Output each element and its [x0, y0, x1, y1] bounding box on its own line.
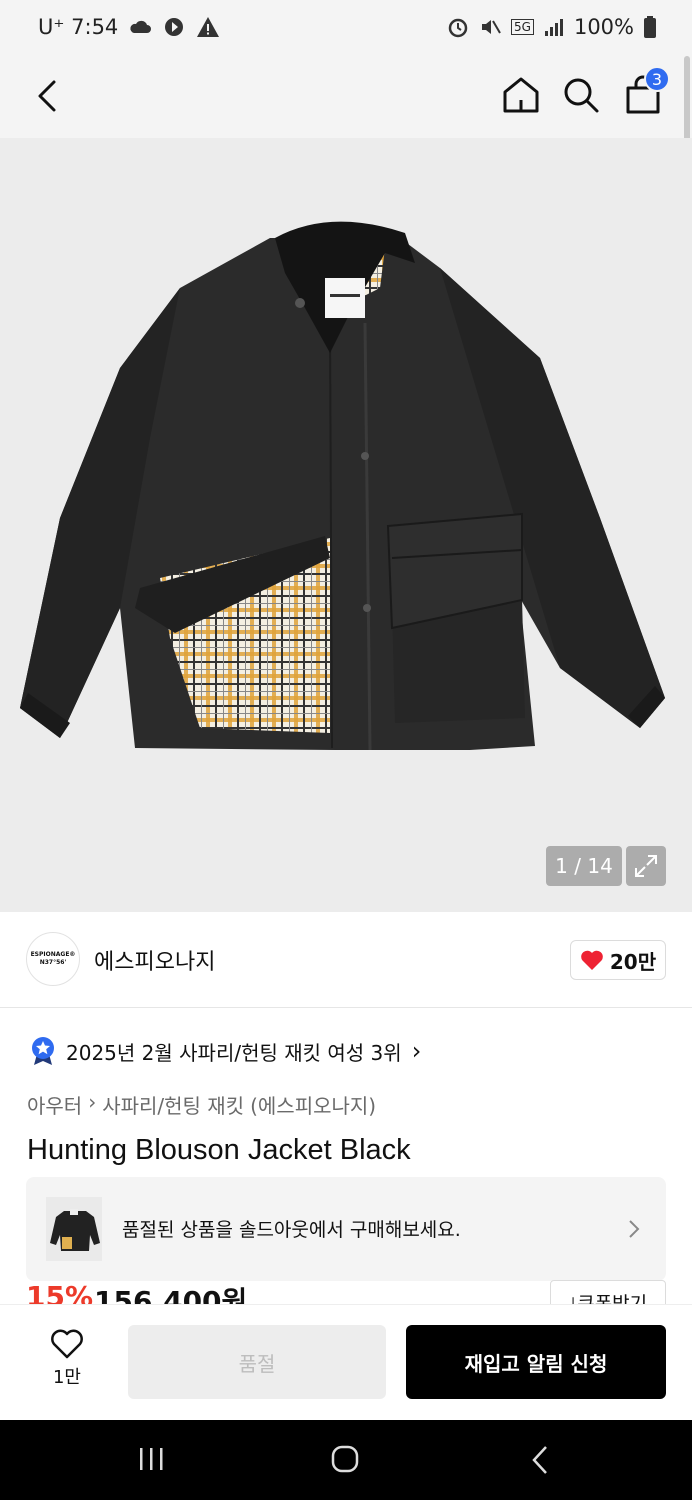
ranking-link[interactable]: 2025년 2월 사파리/헌팅 재킷 여성 3위 ›	[30, 1036, 421, 1066]
jacket-thumbnail-icon	[50, 1209, 100, 1251]
system-back-icon[interactable]	[528, 1444, 552, 1476]
product-title: Hunting Blouson Jacket Black	[27, 1134, 411, 1166]
alarm-icon	[448, 18, 468, 38]
breadcrumb-brand[interactable]: (에스피오나지)	[250, 1090, 376, 1119]
brand-like-button[interactable]: 20만	[570, 940, 666, 980]
brand-logo-line1: ESPIONAGE®	[30, 951, 76, 958]
product-image-gallery[interactable]: 1 / 14	[0, 138, 692, 912]
status-left: U⁺ 7:54	[38, 15, 220, 39]
warning-icon	[197, 17, 220, 37]
system-navigation-bar	[0, 1420, 692, 1500]
bottom-action-bar: 1만 품절 재입고 알림 신청	[0, 1304, 692, 1420]
discount-rate: 15%	[26, 1280, 94, 1304]
expand-icon	[635, 855, 657, 877]
brand-like-count: 20만	[609, 949, 657, 974]
back-arrow-icon[interactable]	[30, 74, 70, 118]
wishlist-count: 1만	[52, 1367, 81, 1388]
restock-alert-button[interactable]: 재입고 알림 신청	[406, 1325, 666, 1399]
ranking-text: 2025년 2월 사파리/헌팅 재킷 여성 3위	[66, 1040, 402, 1065]
cart-count-badge: 3	[644, 66, 670, 92]
carrier-time: U⁺ 7:54	[38, 15, 119, 39]
coupon-download-button[interactable]: ⤓쿠폰받기	[550, 1280, 666, 1304]
soldout-button: 품절	[128, 1325, 386, 1399]
soldout-banner[interactable]: 품절된 상품을 솔드아웃에서 구매해보세요.	[26, 1177, 666, 1281]
brand-logo-line2: N37°56'	[39, 959, 67, 966]
ranking-medal-icon	[32, 1037, 54, 1065]
top-navigation: 3	[0, 54, 692, 138]
breadcrumb-outer[interactable]: 아우터	[27, 1090, 82, 1119]
wishlist-button[interactable]: 1만	[36, 1329, 98, 1389]
status-bar: U⁺ 7:54 5G 100%	[0, 0, 692, 54]
network-badge: 5G	[511, 19, 534, 35]
expand-image-button[interactable]	[626, 846, 666, 886]
ranking-chevron-icon: ›	[411, 1037, 422, 1065]
mute-icon	[482, 20, 501, 34]
sale-price: 156,400원	[94, 1285, 248, 1304]
battery-icon	[644, 16, 656, 38]
jacket-product-image	[20, 221, 665, 751]
brand-row: ESPIONAGE® N37°56' 에스피오나지 20만	[0, 912, 692, 1008]
breadcrumb-separator: ›	[88, 1090, 97, 1114]
brand-name-link[interactable]: 에스피오나지	[94, 944, 215, 976]
chevron-right-icon	[629, 1220, 640, 1238]
soldout-banner-text: 품절된 상품을 솔드아웃에서 구매해보세요.	[122, 1219, 461, 1241]
signal-icon	[544, 19, 563, 36]
breadcrumb-category[interactable]: 사파리/헌팅 재킷	[102, 1090, 244, 1119]
home-icon[interactable]	[500, 74, 542, 116]
image-counter: 1 / 14	[546, 846, 622, 886]
banner-thumbnail	[46, 1197, 102, 1261]
breadcrumb: 아우터 › 사파리/헌팅 재킷 (에스피오나지)	[27, 1090, 376, 1119]
brand-logo[interactable]: ESPIONAGE® N37°56'	[26, 932, 80, 986]
recent-apps-icon[interactable]	[136, 1446, 166, 1472]
search-icon[interactable]	[560, 74, 602, 116]
price-row: 15% 156,400원 ⤓쿠폰받기	[26, 1280, 666, 1304]
heart-filled-icon	[581, 950, 603, 970]
cloud-icon	[130, 20, 152, 33]
sync-icon	[165, 18, 184, 36]
system-home-icon[interactable]	[330, 1444, 360, 1474]
battery-text: 100%	[573, 15, 634, 39]
status-right: 5G 100%	[447, 15, 656, 39]
cart-button[interactable]: 3	[620, 66, 670, 118]
heart-outline-icon	[51, 1329, 83, 1359]
